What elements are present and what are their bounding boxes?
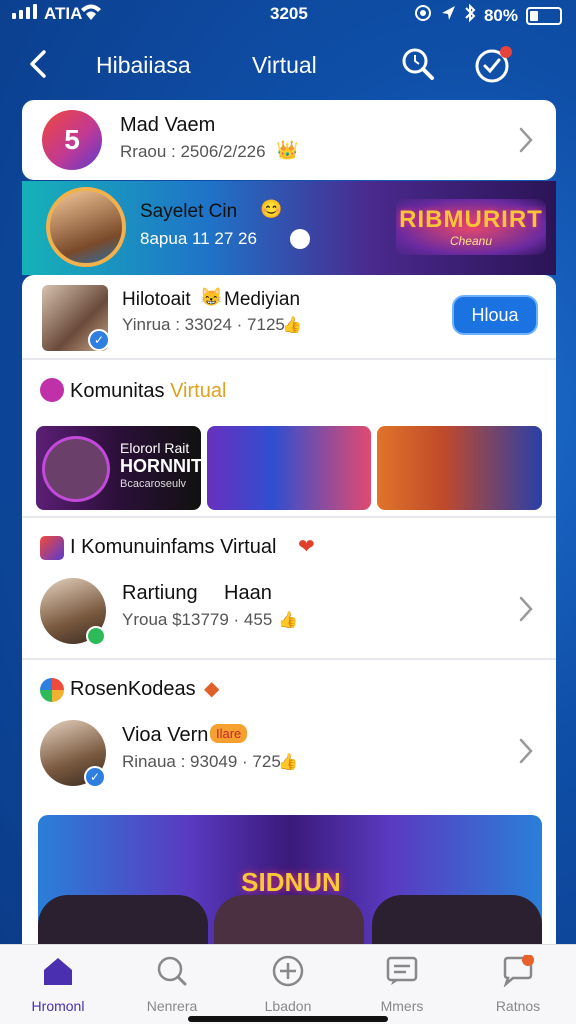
app-icon xyxy=(40,536,64,560)
diamond-icon: ◆ xyxy=(204,678,220,700)
featured-user-card[interactable]: ✓ Hilotoait 😸 Mediyian Yinrua : 33024 · … xyxy=(22,275,556,359)
tile-photo xyxy=(42,436,110,502)
header-title-left: Hibaiiasa xyxy=(96,52,191,78)
komunitifams-title: I Komunuinfams Virtual xyxy=(70,536,277,558)
crowd-image xyxy=(38,895,208,945)
thumb-icon: 👍 xyxy=(278,754,298,771)
chevron-right-icon[interactable] xyxy=(516,594,536,624)
crowd-image xyxy=(214,895,364,945)
notifications-button[interactable] xyxy=(474,44,514,84)
nav-messages[interactable]: Mmers xyxy=(352,955,452,1014)
thumb-icon: 👍 xyxy=(278,612,298,629)
navigation-icon xyxy=(440,4,456,27)
home-icon xyxy=(44,958,72,985)
nav-add[interactable]: Lbadon xyxy=(238,955,338,1014)
back-button[interactable] xyxy=(22,46,58,82)
row-name: Vioa Vern xyxy=(122,724,209,746)
nav-messages-label: Mmers xyxy=(380,998,424,1014)
komunitifams-section: I Komunuinfams Virtual ❤ Rartiung Haan Y… xyxy=(22,518,556,658)
rosen-section: RosenKodeas ◆ ✓ Vioa Vern Ilare Rinaua :… xyxy=(22,660,556,800)
nav-home-label: Hromonl xyxy=(31,998,85,1014)
chevron-left-icon xyxy=(30,50,46,78)
featured-banner[interactable]: Sayelet Cin 😊 8apua 11 27 26 RIBMURIRT C… xyxy=(22,181,556,275)
profile-name: Mad Vaem xyxy=(120,114,216,136)
promo-text: SIDNUN xyxy=(241,867,341,897)
verified-icon: ✓ xyxy=(84,766,106,788)
chevron-right-icon xyxy=(519,127,533,153)
nav-search[interactable]: Nenrera xyxy=(122,955,222,1014)
featured-user-name: Hilotoait xyxy=(122,289,191,310)
check-badge-icon xyxy=(475,46,512,83)
community-tiles: Elororl Rait HORNNIT Bcacaroseulv xyxy=(36,426,543,510)
community-title: Komunitas Virtual xyxy=(70,380,226,403)
row-subtitle: Rinaua : 93049 · 725 xyxy=(122,752,281,771)
thumb-icon: 👍 xyxy=(282,317,302,334)
promo-banner[interactable]: SIDNUN xyxy=(38,815,542,945)
battery-percent: 80% xyxy=(483,5,518,25)
location-icon xyxy=(414,4,432,27)
community-icon xyxy=(40,378,64,402)
search-button[interactable] xyxy=(400,46,436,82)
banner-name: Sayelet Cin xyxy=(140,201,238,222)
profile-card[interactable]: 5 Mad Vaem Rraou : 2506/2/226 👑 xyxy=(22,100,556,180)
plus-circle-icon xyxy=(272,955,304,987)
nav-add-label: Lbadon xyxy=(264,998,312,1014)
message-icon xyxy=(386,956,418,985)
search-icon xyxy=(157,956,187,986)
tile-label-sub: Bcacaroseulv xyxy=(120,478,187,490)
bottom-navigation: Hromonl Nenrera Lbadon Mmers Ratnos xyxy=(0,944,576,1024)
community-title-prefix: Komunitas xyxy=(70,380,165,402)
follow-button[interactable]: Hloua xyxy=(452,295,538,335)
community-tile[interactable] xyxy=(377,426,543,510)
heart-icon: ❤ xyxy=(298,536,315,558)
wifi-icon xyxy=(80,2,102,27)
battery-icon xyxy=(526,6,562,25)
header-title-right: Virtual xyxy=(252,52,317,78)
tile-label-small: Elororl Rait xyxy=(120,440,190,456)
nav-search-label: Nenrera xyxy=(146,998,198,1014)
community-title-accent: Virtual xyxy=(170,380,227,402)
online-indicator xyxy=(86,626,106,646)
community-tile[interactable]: Elororl Rait HORNNIT Bcacaroseulv xyxy=(36,426,201,510)
community-tile[interactable] xyxy=(206,426,372,510)
sign-text: RIBMURIRT xyxy=(399,206,543,233)
search-icon xyxy=(402,48,434,80)
home-indicator xyxy=(188,1016,388,1022)
google-icon xyxy=(40,678,64,702)
smile-icon: 😊 xyxy=(260,199,283,219)
badge-icon xyxy=(290,229,310,249)
row-name-extra: Haan xyxy=(224,582,272,604)
banner-subtitle: 8apua 11 27 26 xyxy=(140,229,257,248)
crowd-image xyxy=(372,895,542,945)
profile-avatar: 5 xyxy=(42,110,102,170)
banner-sign: RIBMURIRT Cheanu xyxy=(396,199,546,255)
emoji-icon: 😸 xyxy=(200,287,223,307)
row-badge: Ilare xyxy=(210,724,248,743)
crown-icon: 👑 xyxy=(276,140,299,160)
tile-label-main: HORNNIT xyxy=(120,456,201,476)
chat-icon xyxy=(503,954,534,988)
featured-user-name-extra: Mediyian xyxy=(224,289,301,310)
nav-home[interactable]: Hromonl xyxy=(8,955,108,1014)
signal-icon xyxy=(12,4,37,19)
nav-notifications[interactable]: Ratnos xyxy=(468,954,568,1014)
sign-subtext: Cheanu xyxy=(449,234,493,248)
verified-icon: ✓ xyxy=(88,329,110,351)
nav-notifications-label: Ratnos xyxy=(495,998,541,1014)
featured-user-subtitle: Yinrua : 33024 · 7125 xyxy=(122,315,285,334)
status-bar: ATIA 3205 80% xyxy=(0,0,576,28)
status-time: 3205 xyxy=(270,4,308,23)
banner-avatar xyxy=(46,187,126,267)
profile-subtitle: Rraou : 2506/2/226 xyxy=(120,142,266,161)
app-header: Hibaiiasa Virtual xyxy=(0,40,576,90)
rosen-title: RosenKodeas xyxy=(70,678,196,700)
chevron-right-icon[interactable] xyxy=(516,736,536,766)
carrier-label: ATIA xyxy=(44,4,83,23)
row-subtitle: Yroua $13779 · 455 xyxy=(122,610,273,629)
bluetooth-icon xyxy=(464,3,476,28)
row-name: Rartiung xyxy=(122,582,198,604)
